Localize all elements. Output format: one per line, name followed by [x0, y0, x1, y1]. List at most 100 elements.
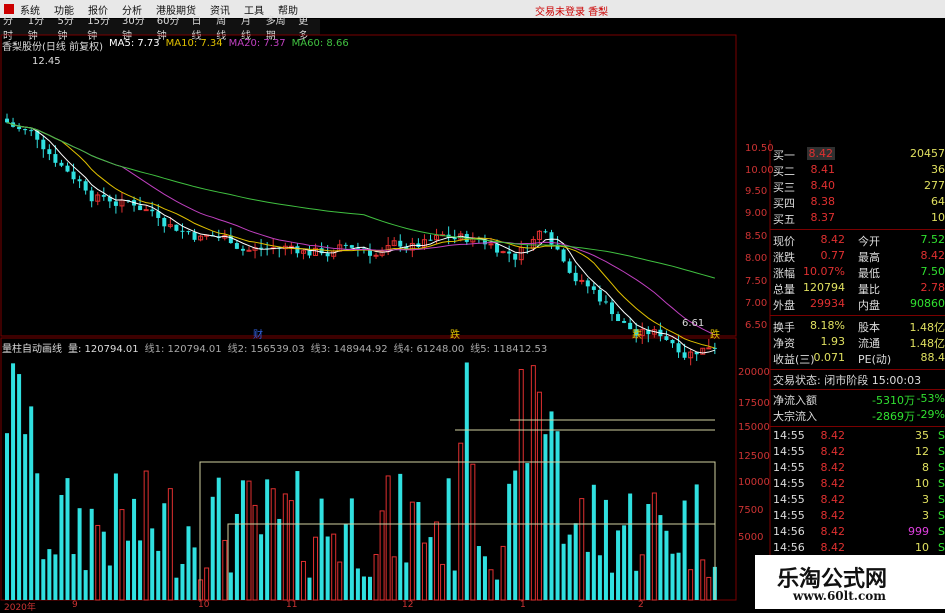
volume-bar: [610, 573, 614, 600]
volume-bar: [344, 524, 348, 600]
price-tick: 8.50: [745, 231, 767, 242]
price-tick: 6.50: [745, 320, 767, 331]
stat-value: 1.93: [821, 335, 846, 348]
bid-row-1[interactable]: 买一8.4220457: [770, 147, 945, 162]
tick-volume: 3: [922, 509, 929, 522]
bid-row-4[interactable]: 买四8.3864: [770, 195, 945, 210]
quote-divider-line: [770, 369, 945, 370]
volume-bar: [701, 560, 705, 600]
volume-bar: [586, 552, 590, 600]
candle-body: [241, 249, 245, 251]
volume-bar: [144, 471, 148, 600]
volume-bar: [320, 499, 324, 600]
tick-volume: 35: [915, 429, 929, 442]
volume-bar: [404, 562, 408, 600]
candle-body: [562, 249, 566, 261]
event-tag-2[interactable]: 跌: [450, 326, 460, 341]
bid-row-2[interactable]: 买二8.4136: [770, 163, 945, 178]
volume-bar: [707, 577, 711, 600]
quote-divider-line: [770, 426, 945, 427]
volume-bar: [622, 525, 626, 600]
volume-bars-group: [5, 362, 717, 600]
flow-value: -2869万: [872, 408, 915, 424]
stat-row: 总量120794量比2.78: [770, 281, 945, 296]
volume-bar: [253, 505, 257, 600]
stat-label: 内盘: [858, 297, 880, 313]
candle-body: [235, 243, 239, 249]
stat-value: 29934: [810, 297, 845, 310]
tick-side: S: [938, 429, 945, 442]
candle-body: [5, 119, 9, 123]
event-tag-3[interactable]: 跌: [632, 326, 642, 341]
volume-tick: 7500: [738, 505, 763, 516]
tick-price: 8.42: [821, 445, 846, 458]
stat-value: 1.48亿: [910, 335, 945, 351]
stat-row: 现价8.42今开7.52: [770, 233, 945, 248]
tick-price: 8.42: [821, 509, 846, 522]
event-tag-1[interactable]: 财: [253, 326, 263, 341]
candle-body: [344, 245, 348, 246]
volume-bar: [592, 485, 596, 600]
candle-body: [41, 140, 45, 150]
volume-bar: [138, 540, 142, 600]
volume-tick: 5000: [738, 532, 763, 543]
quote-divider-line: [770, 229, 945, 230]
volume-bar: [664, 531, 668, 600]
volume-bar: [120, 510, 124, 600]
vol-line3-value: 线3: 148944.92: [311, 340, 388, 355]
volume-bar: [11, 363, 15, 600]
candle-body: [610, 302, 614, 314]
stat-row: 外盘29934内盘90860: [770, 297, 945, 312]
volume-bar: [35, 473, 39, 600]
stat-row: 涨跌0.77最高8.42: [770, 249, 945, 264]
volume-bar: [265, 479, 269, 600]
flow-row: 大宗流入-2869万-29%: [770, 408, 945, 423]
stat-value: 120794: [803, 281, 845, 294]
candle-body: [543, 231, 547, 232]
volume-bar: [441, 564, 445, 600]
volume-bar: [205, 568, 209, 600]
volume-bar: [658, 515, 662, 600]
volume-bar: [513, 471, 517, 600]
candle-body: [598, 290, 602, 302]
quote-divider-line: [770, 315, 945, 316]
volume-info-line: 量柱自动画线 量: 120794.01 线1: 120794.01 线2: 15…: [2, 340, 547, 355]
bid-row-5[interactable]: 买五8.3710: [770, 211, 945, 226]
price-tick: 7.00: [745, 298, 767, 309]
stat-value: 90860: [910, 297, 945, 310]
volume-bar: [531, 366, 535, 600]
volume-bar: [410, 502, 414, 600]
candle-body: [247, 250, 251, 251]
volume-bar: [525, 463, 529, 600]
bid-row-3[interactable]: 买三8.40277: [770, 179, 945, 194]
candle-body: [586, 280, 590, 286]
stat-value: 2.78: [921, 281, 945, 294]
stat-value: 88.4: [921, 351, 945, 364]
volume-bar: [247, 481, 251, 600]
volume-bar: [289, 501, 293, 600]
tick-volume: 8: [922, 461, 929, 474]
stat-value: 8.18%: [810, 319, 845, 332]
stat-value: 8.42: [821, 233, 846, 246]
volume-bar: [211, 497, 215, 600]
tick-volume: 12: [915, 445, 929, 458]
candlestick-group: [5, 114, 717, 366]
volume-bar: [114, 473, 118, 600]
candle-body: [72, 172, 76, 180]
volume-bar: [489, 570, 493, 600]
price-tick: 8.00: [745, 253, 767, 264]
bid-price: 8.40: [811, 179, 836, 192]
flow-percent: -29%: [917, 408, 945, 421]
candle-body: [295, 246, 299, 253]
volume-bar: [568, 535, 572, 600]
volume-bar: [453, 571, 457, 600]
candle-body: [84, 181, 88, 190]
candle-body: [374, 255, 378, 256]
candle-body: [150, 210, 154, 212]
event-tag-4[interactable]: 跌: [710, 326, 720, 341]
stat-label: 最低: [858, 265, 880, 281]
stat2-row: 净资1.93流通1.48亿: [770, 335, 945, 350]
volume-bar: [314, 537, 318, 600]
tick-price: 8.42: [821, 429, 846, 442]
candle-body: [102, 195, 106, 197]
